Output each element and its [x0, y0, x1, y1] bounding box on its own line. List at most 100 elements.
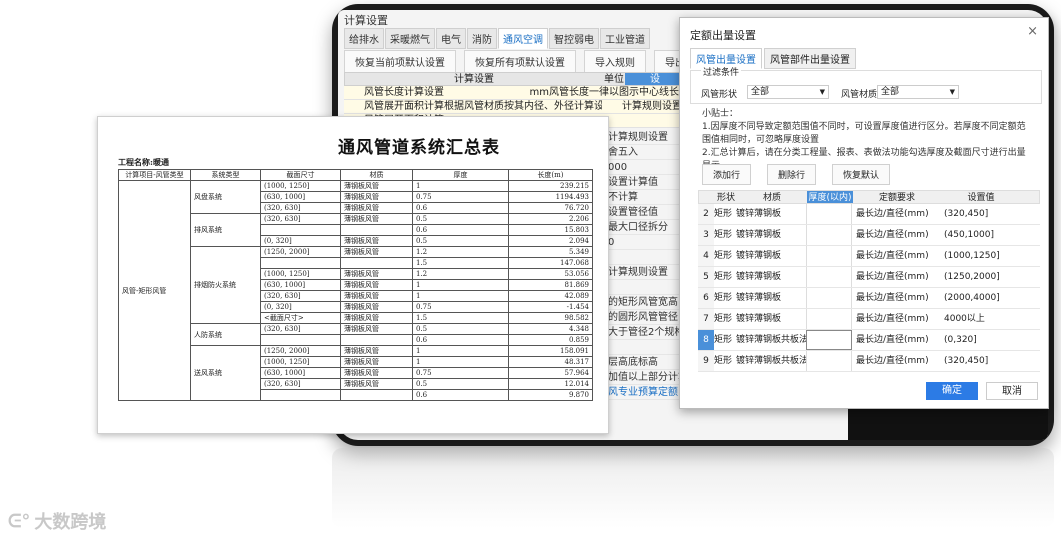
add-row-button[interactable]: 添加行 [702, 164, 752, 185]
restore-default-button[interactable]: 恢复默认 [832, 164, 891, 185]
setting-value[interactable]: 舍五入 [608, 145, 688, 160]
row-shape[interactable]: 矩形 [714, 267, 736, 287]
setting-value[interactable]: 大于管径2个规格型 [608, 325, 688, 340]
row-thickness[interactable] [806, 330, 852, 350]
tab-duct-parts-output[interactable]: 风管部件出量设置 [764, 48, 856, 69]
row-shape[interactable]: 矩形 [714, 288, 736, 308]
setting-value[interactable]: 设置计算值 [608, 175, 688, 190]
delete-row-button[interactable]: 删除行 [767, 164, 817, 185]
setting-value[interactable] [608, 340, 688, 355]
row-material[interactable]: 镀锌薄钢板 [736, 225, 806, 245]
row-material[interactable]: 镀锌薄钢板 [736, 267, 806, 287]
setting-value[interactable]: 0 [608, 235, 688, 250]
row-shape[interactable]: 矩形 [714, 330, 736, 350]
grid-row-unit: mm [529, 87, 549, 98]
tab-3[interactable]: 消防 [467, 28, 497, 49]
row-thickness[interactable] [806, 309, 852, 329]
row-shape[interactable]: 矩形 [714, 246, 736, 266]
cancel-button[interactable]: 取消 [986, 382, 1038, 400]
quota-row[interactable]: 9矩形镀锌薄钢板共板法兰 最长边/直径(mm)(320,450] [698, 351, 1040, 372]
row-shape[interactable]: 矩形 [714, 351, 736, 371]
row-requirement[interactable]: 最长边/直径(mm) [852, 330, 940, 350]
row-thickness[interactable] [806, 246, 852, 266]
tab-4[interactable]: 通风空调 [498, 28, 548, 49]
setting-value[interactable]: 层高底标高 [608, 355, 688, 370]
quota-table-header: 形状 材质 厚度(以内) 定额要求 设置值 [698, 190, 1040, 204]
toolbar-button[interactable]: 导入规则 [584, 50, 646, 73]
row-value[interactable]: 4000以上 [940, 309, 1020, 329]
row-thickness[interactable] [806, 267, 852, 287]
row-thickness[interactable] [806, 288, 852, 308]
setting-value[interactable]: 加值以上部分计算 [608, 370, 688, 385]
tab-2[interactable]: 电气 [436, 28, 466, 49]
footer-link[interactable]: 风专业预算定额 [608, 385, 688, 400]
setting-value[interactable]: 的矩形风管宽高+10 [608, 295, 688, 310]
row-material[interactable]: 镀锌薄钢板 [736, 204, 806, 224]
row-requirement[interactable]: 最长边/直径(mm) [852, 204, 940, 224]
row-value[interactable]: (1250,2000] [940, 267, 1020, 287]
row-thickness[interactable] [806, 225, 852, 245]
tab-1[interactable]: 采暖燃气 [385, 28, 435, 49]
row-shape[interactable]: 矩形 [714, 204, 736, 224]
grid-row[interactable]: 风管展开面积计算根据风管材质按其内径、外径计算设置 计算规则设置 [344, 100, 689, 114]
material-select[interactable]: 全部 ▼ [877, 85, 959, 99]
row-requirement[interactable]: 最长边/直径(mm) [852, 309, 940, 329]
row-thickness[interactable] [806, 204, 852, 224]
report-cell-length: 98.582 [508, 312, 593, 324]
row-shape[interactable]: 矩形 [714, 225, 736, 245]
row-value[interactable]: (320,450] [940, 351, 1020, 371]
close-icon[interactable]: × [1027, 24, 1038, 39]
row-shape[interactable]: 矩形 [714, 309, 736, 329]
shape-select[interactable]: 全部 ▼ [747, 85, 829, 99]
row-value[interactable]: (1000,1250] [940, 246, 1020, 266]
quota-row[interactable]: 4 矩形 镀锌薄钢板 最长边/直径(mm) (1000,1250] [698, 246, 1040, 267]
setting-value[interactable]: 最大口径拆分 [608, 220, 688, 235]
report-cell-material: 薄钢板风管 [340, 279, 413, 291]
setting-value[interactable]: 设置管径值 [608, 205, 688, 220]
report-cell-thickness: 1 [412, 345, 509, 357]
row-value[interactable]: (2000,4000] [940, 288, 1020, 308]
row-requirement[interactable]: 最长边/直径(mm) [852, 288, 940, 308]
quota-row[interactable]: 8矩形镀锌薄钢板共板法兰 最长边/直径(mm)(0,320] [698, 330, 1040, 351]
grid-row[interactable]: 风管长度计算设置 mm 风管长度一律以图示中心线长度 [344, 86, 689, 100]
setting-value[interactable]: 000 [608, 160, 688, 175]
row-material[interactable]: 镀锌薄钢板共板法兰 [736, 351, 806, 371]
grid-row-unit [602, 100, 622, 113]
row-value[interactable]: (450,1000] [940, 225, 1020, 245]
row-material[interactable]: 镀锌薄钢板共板法兰 [736, 330, 806, 350]
setting-value[interactable] [608, 280, 688, 295]
quota-row[interactable]: 6 矩形 镀锌薄钢板 最长边/直径(mm) (2000,4000] [698, 288, 1040, 309]
row-material[interactable]: 镀锌薄钢板 [736, 288, 806, 308]
tab-0[interactable]: 给排水 [344, 28, 384, 49]
setting-value[interactable]: 的圆形风管管径+10 [608, 310, 688, 325]
report-cell-size: (320, 630] [260, 290, 341, 302]
setting-value[interactable] [608, 250, 688, 265]
toolbar-button[interactable]: 恢复当前项默认设置 [344, 50, 456, 73]
row-requirement[interactable]: 最长边/直径(mm) [852, 351, 940, 371]
report-cell-length: 0.859 [508, 334, 593, 346]
row-requirement[interactable]: 最长边/直径(mm) [852, 246, 940, 266]
grid-header: 计算设置 单位 设 [344, 72, 689, 86]
tab-6[interactable]: 工业管道 [600, 28, 650, 49]
quota-row[interactable]: 3 矩形 镀锌薄钢板 最长边/直径(mm) (450,1000] [698, 225, 1040, 246]
row-value[interactable]: (0,320] [940, 330, 1020, 350]
row-material[interactable]: 镀锌薄钢板 [736, 309, 806, 329]
ok-button[interactable]: 确定 [926, 382, 978, 400]
row-material[interactable]: 镀锌薄钢板 [736, 246, 806, 266]
quota-row[interactable]: 2 矩形 镀锌薄钢板 最长边/直径(mm) (320,450] [698, 204, 1040, 225]
setting-value[interactable]: 计算规则设置 [608, 130, 688, 145]
report-cell-material [340, 257, 413, 269]
row-requirement[interactable]: 最长边/直径(mm) [852, 267, 940, 287]
tab-5[interactable]: 智控弱电 [549, 28, 599, 49]
report-cell-size: (320, 630] [260, 202, 341, 214]
setting-value[interactable]: 计算规则设置 [608, 265, 688, 280]
row-requirement[interactable]: 最长边/直径(mm) [852, 225, 940, 245]
report-cell-length: 57.964 [508, 367, 593, 379]
row-actions: 添加行 删除行 恢复默认 [702, 164, 891, 185]
toolbar-button[interactable]: 恢复所有项默认设置 [464, 50, 576, 73]
setting-value[interactable]: 不计算 [608, 190, 688, 205]
quota-row[interactable]: 7 矩形 镀锌薄钢板 最长边/直径(mm) 4000以上 [698, 309, 1040, 330]
quota-row[interactable]: 5 矩形 镀锌薄钢板 最长边/直径(mm) (1250,2000] [698, 267, 1040, 288]
row-thickness[interactable] [806, 351, 852, 371]
row-value[interactable]: (320,450] [940, 204, 1020, 224]
